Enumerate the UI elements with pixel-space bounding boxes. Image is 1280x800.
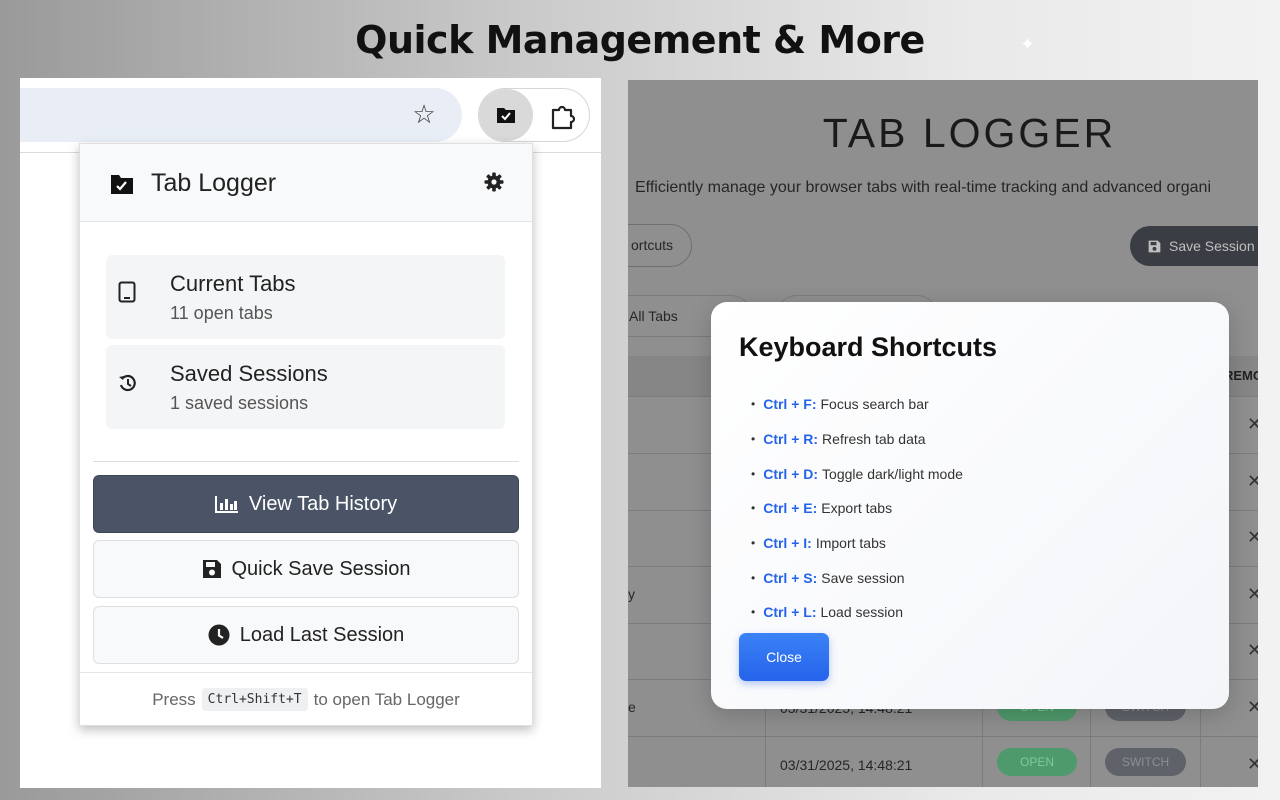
shortcut-action: Load session xyxy=(820,604,903,621)
save-session-button[interactable]: Save Session xyxy=(1130,226,1258,266)
popup-footer: Press Ctrl+Shift+T to open Tab Logger xyxy=(80,672,532,726)
keyboard-shortcuts-modal: Keyboard Shortcuts Ctrl + F:Focus search… xyxy=(711,302,1229,709)
remove-row-button[interactable]: ✕ xyxy=(1247,414,1258,435)
switch-button[interactable]: SWITCH xyxy=(1105,748,1186,776)
remove-row-button[interactable]: ✕ xyxy=(1247,697,1258,718)
shortcut-item: Ctrl + I:Import tabs xyxy=(751,526,963,561)
current-tabs-card[interactable]: Current Tabs 11 open tabs xyxy=(106,255,505,339)
saved-sessions-title: Saved Sessions xyxy=(170,361,328,386)
floppy-disk-icon xyxy=(1148,240,1161,253)
save-session-label: Save Session xyxy=(1169,238,1255,254)
shortcut-action: Export tabs xyxy=(821,500,893,517)
shortcuts-button[interactable]: ortcuts xyxy=(628,224,692,267)
headline: Quick Management & More xyxy=(355,18,925,62)
remove-column-header: REMO xyxy=(1224,368,1258,383)
app-subtitle: Efficiently manage your browser tabs wit… xyxy=(635,179,1211,196)
remove-row-button[interactable]: ✕ xyxy=(1247,527,1258,548)
shortcut-key: Ctrl + R: xyxy=(763,431,819,448)
tab-logger-extension-icon xyxy=(497,108,515,123)
shortcut-list: Ctrl + F:Focus search bar Ctrl + R:Refre… xyxy=(751,387,963,630)
browser-window: ☆ Tab Logger Current Tabs 11 open tabs S… xyxy=(20,78,601,788)
history-icon xyxy=(119,374,136,392)
shortcut-key: Ctrl + I: xyxy=(763,535,812,552)
shortcut-action: Toggle dark/light mode xyxy=(822,465,963,482)
row-title-fragment: y xyxy=(628,586,635,602)
status-badge: OPEN xyxy=(997,748,1077,776)
shortcut-key: Ctrl + S: xyxy=(763,569,818,586)
shortcut-action: Focus search bar xyxy=(820,396,929,413)
shortcut-key: Ctrl + D: xyxy=(763,465,819,482)
floppy-disk-icon xyxy=(202,560,221,578)
remove-row-button[interactable]: ✕ xyxy=(1247,471,1258,492)
remove-row-button[interactable]: ✕ xyxy=(1247,584,1258,605)
view-tab-history-label: View Tab History xyxy=(248,492,398,515)
footer-suffix: to open Tab Logger xyxy=(313,689,460,709)
remove-row-button[interactable]: ✕ xyxy=(1247,640,1258,661)
row-date: 03/31/2025, 14:48:21 xyxy=(780,757,913,773)
remove-row-button[interactable]: ✕ xyxy=(1247,754,1258,775)
shortcut-kbd: Ctrl+Shift+T xyxy=(201,688,308,711)
sparkle-icon: ✦ xyxy=(1020,34,1036,54)
shortcut-key: Ctrl + E: xyxy=(763,500,818,517)
shortcut-item: Ctrl + F:Focus search bar xyxy=(751,387,963,422)
app-title: TAB LOGGER xyxy=(822,110,1117,156)
shortcut-item: Ctrl + R:Refresh tab data xyxy=(751,422,963,457)
close-button[interactable]: Close xyxy=(739,633,829,681)
load-last-session-label: Load Last Session xyxy=(239,623,405,646)
footer-press: Press xyxy=(152,689,196,709)
popup-header: Tab Logger xyxy=(80,144,532,222)
current-tabs-count: 11 open tabs xyxy=(170,303,273,323)
address-bar[interactable] xyxy=(20,88,462,142)
app-window: TAB LOGGER Efficiently manage your brows… xyxy=(628,80,1258,787)
current-tabs-title: Current Tabs xyxy=(170,271,296,296)
popup-title: Tab Logger xyxy=(151,169,277,197)
shortcut-action: Save session xyxy=(821,569,905,586)
quick-save-session-button[interactable]: Quick Save Session xyxy=(93,540,519,598)
quick-save-session-label: Quick Save Session xyxy=(231,557,411,580)
puzzle-icon[interactable] xyxy=(549,102,577,130)
popup-divider xyxy=(93,461,519,462)
row-title-fragment: e xyxy=(628,699,636,715)
saved-sessions-count: 1 saved sessions xyxy=(170,393,309,413)
filter-all-label: All Tabs xyxy=(629,308,678,324)
load-last-session-button[interactable]: Load Last Session xyxy=(93,606,519,664)
extensions-toolbar xyxy=(478,88,590,142)
star-icon[interactable]: ☆ xyxy=(409,99,439,129)
shortcut-key: Ctrl + L: xyxy=(763,604,817,621)
row-divider xyxy=(628,736,1258,737)
clock-icon xyxy=(208,624,230,646)
shortcut-action: Refresh tab data xyxy=(822,431,926,448)
tab-logger-extension-button[interactable] xyxy=(479,89,533,141)
tab-logger-popup: Tab Logger Current Tabs 11 open tabs Sav… xyxy=(79,143,533,726)
bar-chart-icon xyxy=(214,496,238,513)
shortcut-item: Ctrl + S:Save session xyxy=(751,560,963,595)
shortcut-item: Ctrl + L:Load session xyxy=(751,595,963,630)
gear-icon[interactable] xyxy=(484,172,504,192)
tablet-icon xyxy=(118,281,136,303)
folder-check-icon xyxy=(111,175,133,194)
modal-title: Keyboard Shortcuts xyxy=(739,332,998,362)
view-tab-history-button[interactable]: View Tab History xyxy=(93,475,519,533)
shortcut-action: Import tabs xyxy=(815,535,886,552)
saved-sessions-card[interactable]: Saved Sessions 1 saved sessions xyxy=(106,345,505,429)
shortcut-item: Ctrl + D:Toggle dark/light mode xyxy=(751,456,963,491)
shortcut-item: Ctrl + E:Export tabs xyxy=(751,491,963,526)
shortcut-key: Ctrl + F: xyxy=(763,396,817,413)
